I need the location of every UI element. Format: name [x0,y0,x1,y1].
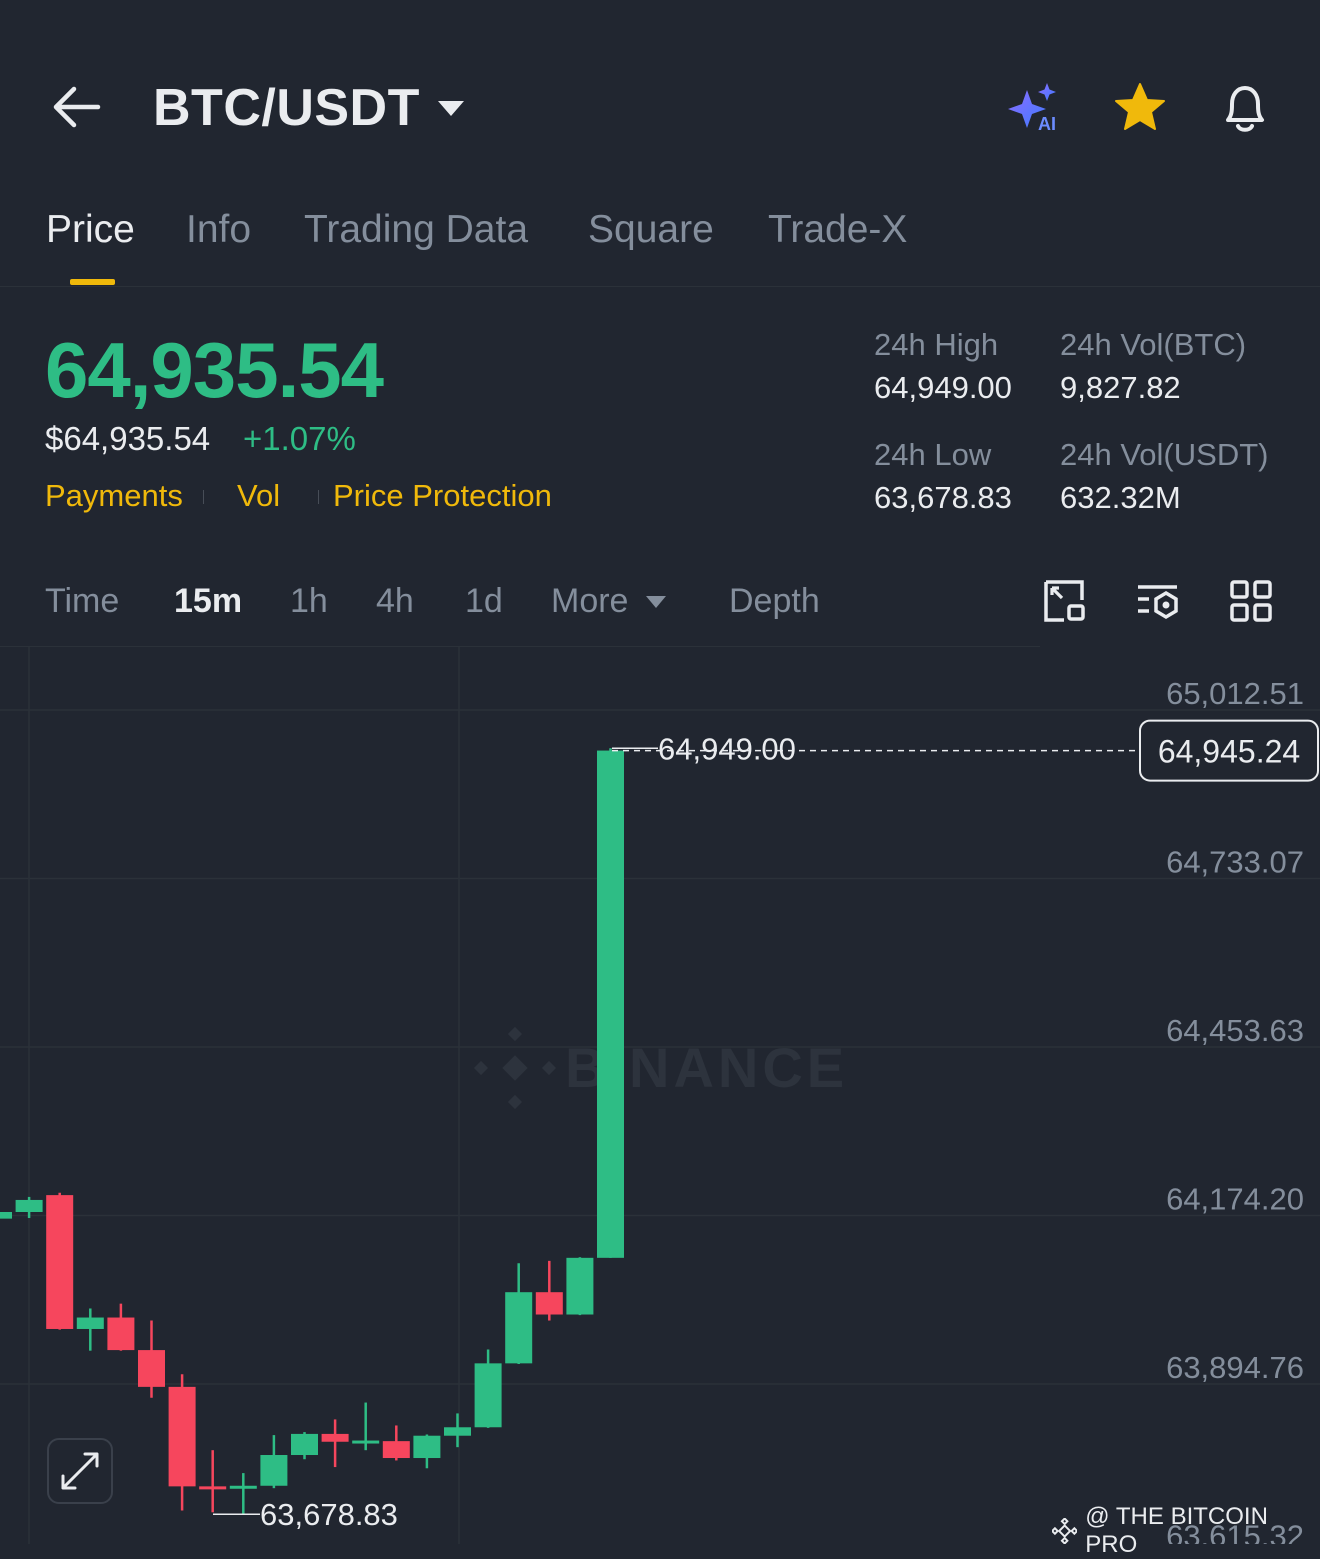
y-tick-label: 64,733.07 [1166,845,1304,880]
candle-body [352,1440,380,1444]
active-tab-indicator [70,279,115,285]
ai-badge-text: AI [1038,114,1056,134]
vol-tag[interactable]: Vol [237,478,280,514]
tag-divider [318,490,319,504]
y-tick-label: 64,174.20 [1166,1181,1304,1216]
last-price: 64,935.54 [45,326,384,414]
credit-text: @ THE BITCOIN PRO [1085,1503,1268,1558]
high-value: 64,949.00 [874,370,1012,405]
candle-body [444,1427,471,1436]
fullscreen-button[interactable] [47,1438,113,1504]
vol-usdt-label: 24h Vol(USDT) [1060,437,1269,472]
candle-body [76,1317,104,1329]
candle-body [291,1433,318,1456]
tab-info[interactable]: Info [186,208,251,252]
candle-body [260,1455,288,1486]
vol-usdt-value: 632.32M [1060,480,1181,515]
indicator-settings-icon[interactable] [1135,578,1181,624]
interval-4h[interactable]: 4h [376,582,414,621]
interval-1d[interactable]: 1d [465,582,503,621]
tab-trading-data[interactable]: Trading Data [304,208,528,252]
candle-body [107,1317,135,1351]
candle-body [505,1292,533,1364]
tab-price[interactable]: Price [46,208,135,252]
y-tick-label: 64,453.63 [1166,1013,1304,1048]
candle-body [597,750,624,1258]
low-marker-label: 63,678.83 [260,1497,398,1532]
high-label: 24h High [874,327,999,362]
candle-body [535,1292,563,1315]
back-arrow-icon[interactable] [50,85,102,129]
chevron-down-icon [646,596,666,608]
interval-15m[interactable]: 15m [174,582,242,621]
chevron-down-icon [437,100,464,116]
candle-body [413,1435,441,1459]
vol-btc-value: 9,827.82 [1060,370,1181,405]
candlestick-chart[interactable]: BINANCE 65,012.5164,733.0764,453.6364,17… [0,647,1320,1544]
y-tick-label: 63,894.76 [1166,1350,1304,1385]
binance-watermark-icon [473,1026,557,1110]
current-price-label: 64,945.24 [1158,734,1300,770]
candle-body [229,1485,257,1489]
price-change-percent: +1.07% [243,420,356,457]
high-marker-label: 64,949.00 [658,731,796,766]
candle-body [15,1199,43,1213]
tabs-divider [0,286,1320,287]
candle-body [46,1195,74,1329]
vol-btc-label: 24h Vol(BTC) [1060,327,1247,362]
tab-square[interactable]: Square [588,208,714,252]
price-protection-tag[interactable]: Price Protection [333,478,552,514]
candle-body [138,1350,165,1387]
tag-divider [203,490,204,504]
tab-trade-x[interactable]: Trade-X [768,208,907,252]
usd-price: $64,935.54 [45,420,211,457]
ai-sparkle-icon[interactable]: AI [1005,80,1063,136]
low-label: 24h Low [874,437,992,472]
credit-watermark: @ THE BITCOIN PRO [1052,1503,1320,1559]
y-tick-label: 65,012.51 [1166,676,1304,711]
interval-1h[interactable]: 1h [290,582,328,621]
star-icon[interactable] [1112,80,1170,136]
expand-icon [61,1452,99,1490]
interval-time[interactable]: Time [45,582,119,621]
interval-more[interactable]: More [551,582,628,621]
pair-name: BTC/USDT [153,79,420,137]
pair-selector[interactable]: BTC/USDT [153,78,464,138]
candle-body [199,1486,227,1490]
candle-body [0,1212,12,1219]
chart-window-icon[interactable] [1042,578,1088,624]
depth-tab[interactable]: Depth [729,582,820,621]
candle-body [474,1363,502,1428]
candle-body [382,1441,410,1459]
candle-body [168,1386,196,1487]
payments-tag[interactable]: Payments [45,478,183,514]
low-value: 63,678.83 [874,480,1012,515]
grid-layout-icon[interactable] [1228,578,1274,624]
binance-logo-icon [1052,1518,1078,1544]
bell-icon[interactable] [1216,80,1274,136]
candle-body [566,1257,594,1315]
candle-body [321,1433,349,1442]
